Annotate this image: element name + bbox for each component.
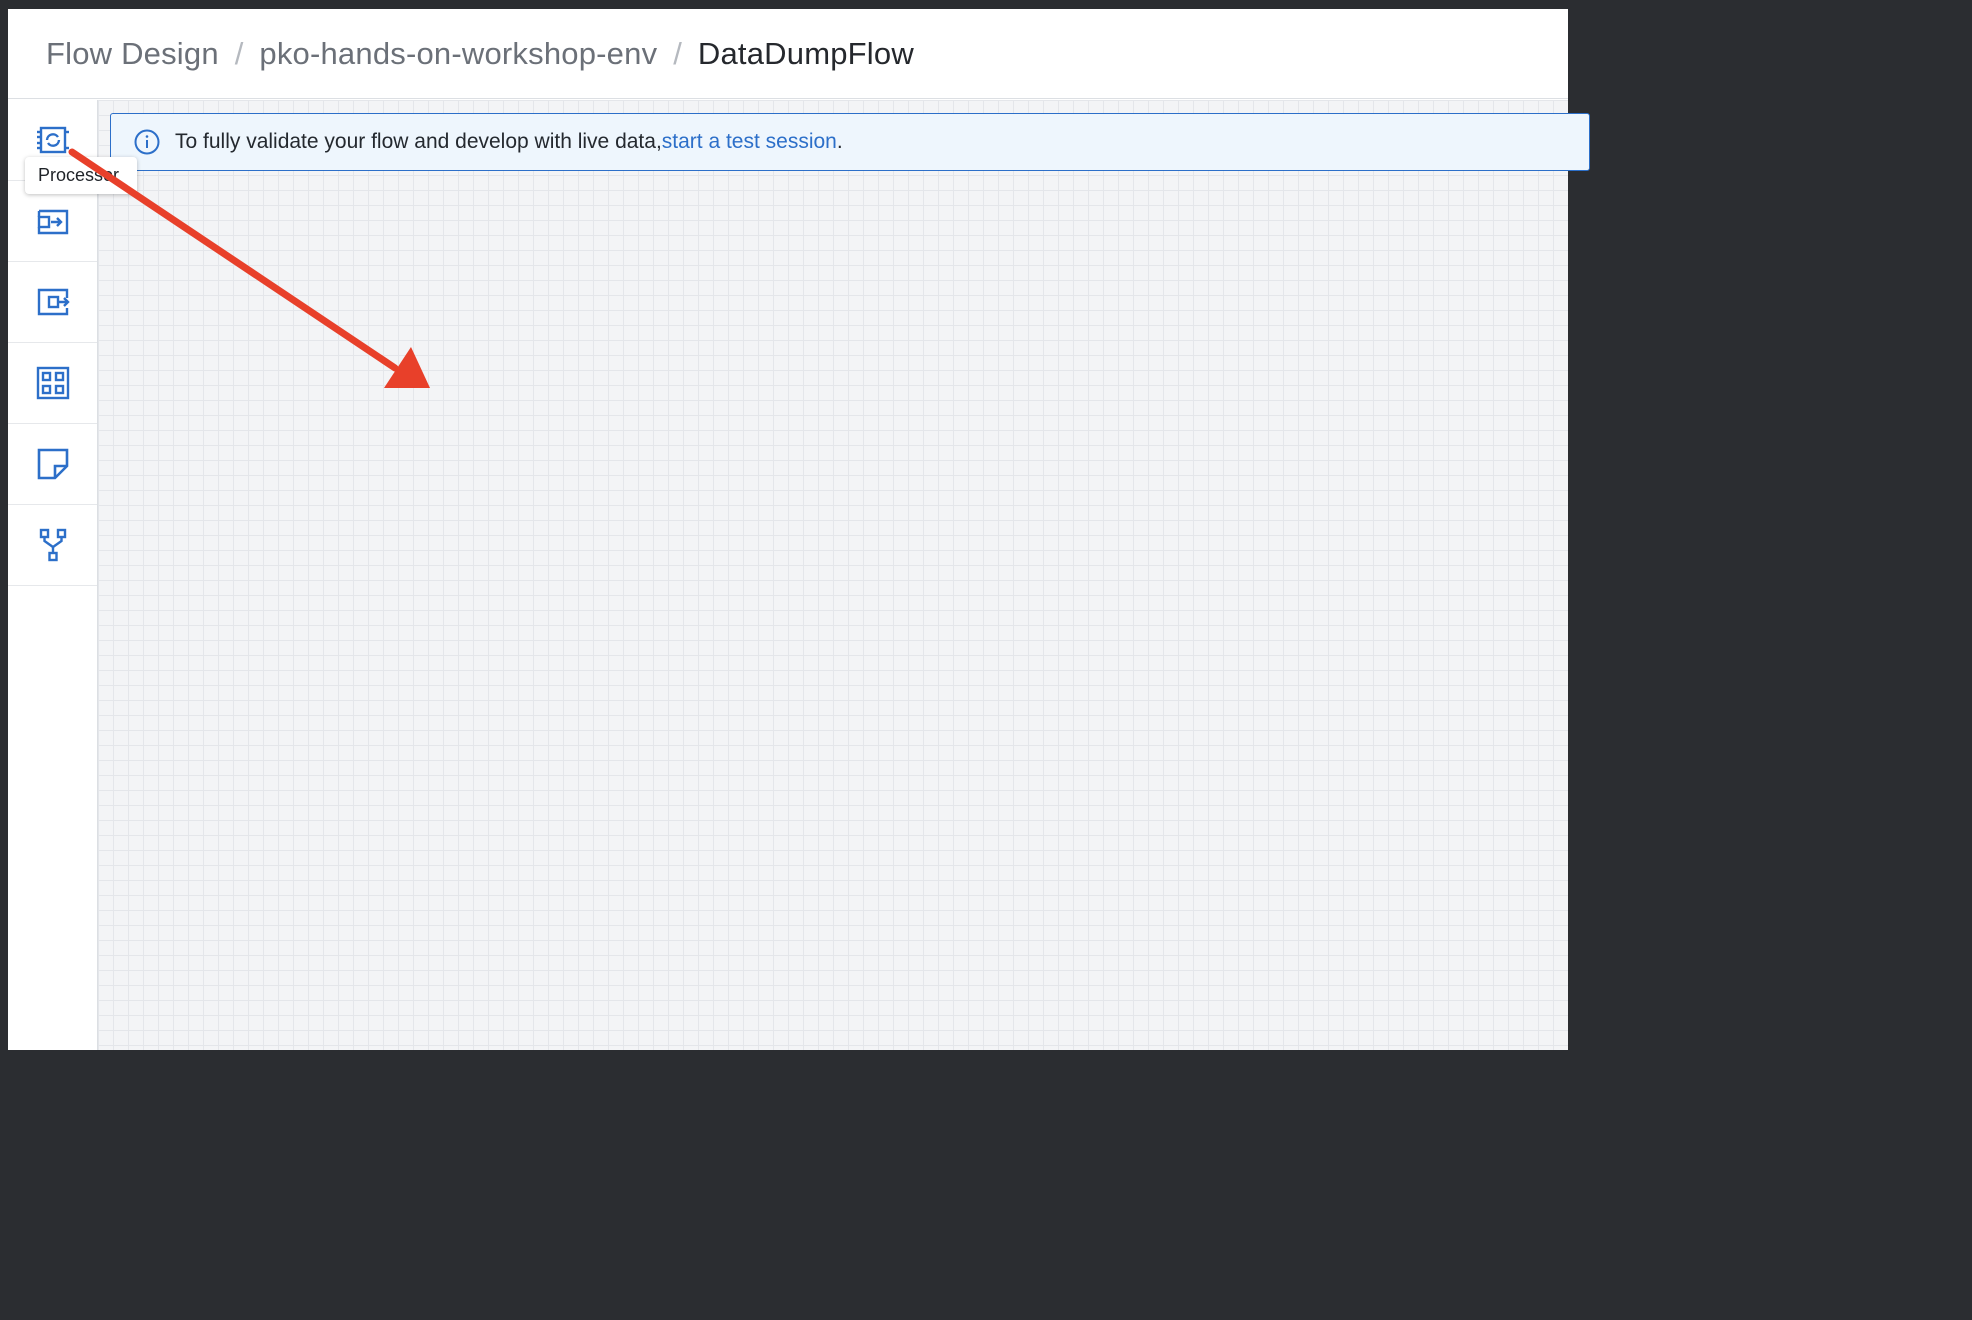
process-group-icon: [36, 366, 69, 400]
app-window: Flow Design / pko-hands-on-workshop-env …: [8, 9, 1590, 1050]
start-test-session-link[interactable]: start a test session: [662, 130, 837, 154]
component-toolbar: [8, 100, 98, 1050]
funnel-icon: [39, 528, 66, 562]
processor-icon: [36, 126, 69, 154]
breadcrumb-environment[interactable]: pko-hands-on-workshop-env: [259, 36, 657, 72]
output-port-tool-button[interactable]: [8, 262, 97, 343]
input-port-icon: [37, 209, 68, 235]
breadcrumb-separator: /: [234, 35, 244, 71]
window-top-edge: [0, 0, 1568, 9]
funnel-tool-button[interactable]: [8, 505, 97, 586]
breadcrumb-separator: /: [673, 35, 682, 71]
banner-suffix: .: [836, 130, 843, 153]
breadcrumb-flow-design[interactable]: Flow Design: [46, 36, 219, 72]
processor-tooltip: Processor: [25, 157, 137, 194]
breadcrumb: Flow Design / pko-hands-on-workshop-env …: [8, 9, 1568, 99]
banner-message: To fully validate your flow and develop …: [175, 130, 662, 153]
test-session-banner: To fully validate your flow and develop …: [110, 113, 1590, 171]
breadcrumb-flow-name: DataDumpFlow: [697, 35, 914, 71]
label-note-icon: [37, 448, 68, 480]
flow-canvas[interactable]: To fully validate your flow and develop …: [98, 100, 1590, 1050]
output-port-icon: [37, 288, 70, 316]
process-group-tool-button[interactable]: [8, 343, 97, 424]
label-tool-button[interactable]: [8, 424, 97, 505]
window-left-edge: [0, 0, 8, 1050]
info-icon: [134, 129, 160, 155]
